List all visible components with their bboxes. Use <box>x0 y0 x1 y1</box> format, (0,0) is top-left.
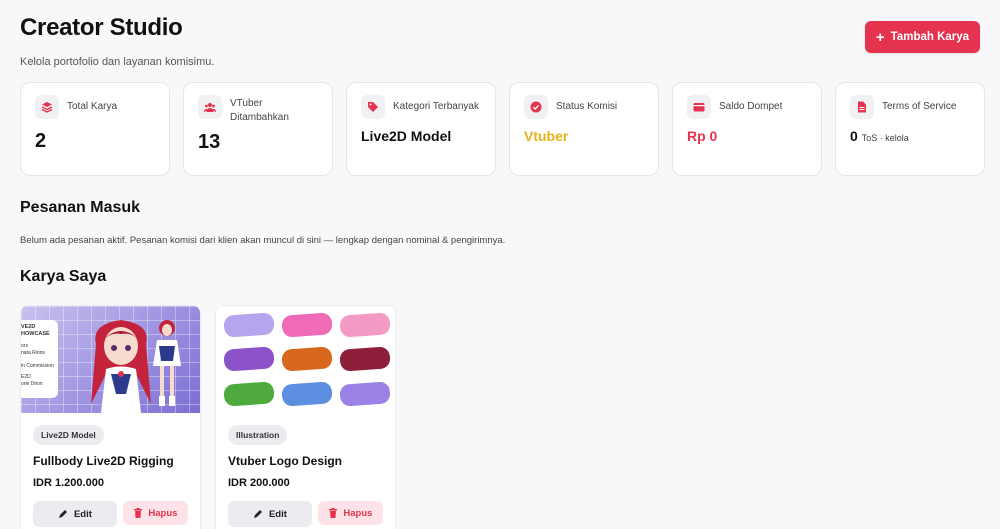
add-work-label: Tambah Karya <box>890 31 970 43</box>
work-name: Vtuber Logo Design <box>228 454 342 468</box>
page-subtitle: Kelola portofolio dan layanan komisimu. <box>20 56 215 68</box>
tos-manage-link[interactable]: ToS · kelola <box>862 133 909 143</box>
work-thumbnail <box>216 306 395 413</box>
delete-label: Hapus <box>148 507 178 519</box>
edit-label: Edit <box>268 508 287 520</box>
pencil-icon <box>58 510 67 518</box>
character-fullbody <box>153 320 181 406</box>
work-price: IDR 200.000 <box>228 477 290 489</box>
works-grid: VE2D HOWCASE ors nata Rions in Commission … <box>20 305 396 529</box>
stat-label: VTuber Ditambahkan <box>230 98 289 123</box>
pencil-icon <box>253 510 262 518</box>
stat-card-kategori: Kategori Terbanyak Live2D Model <box>346 82 496 176</box>
work-name: Fullbody Live2D Rigging <box>33 454 174 468</box>
stat-value: Rp 0 <box>687 128 718 144</box>
stat-value: Vtuber <box>524 128 569 144</box>
works-section-title: Karya Saya <box>20 268 107 285</box>
stat-label: Saldo Dompet <box>719 101 783 112</box>
add-work-button[interactable]: + Tambah Karya <box>865 21 980 53</box>
trash-icon <box>329 508 338 518</box>
stat-label: Terms of Service <box>882 101 957 112</box>
stat-value: 13 <box>198 131 221 153</box>
tag-icon <box>361 95 385 119</box>
orders-empty-message: Belum ada pesanan aktif. Pesanan komisi … <box>20 235 506 246</box>
edit-button[interactable]: Edit <box>228 501 312 527</box>
stat-card-status-komisi: Status Komisi Vtuber <box>509 82 659 176</box>
category-badge: Illustration <box>228 425 288 445</box>
plus-icon: + <box>875 28 885 46</box>
orders-section-title: Pesanan Masuk <box>20 199 141 216</box>
delete-label: Hapus <box>343 507 373 519</box>
trash-icon <box>134 508 143 518</box>
delete-button[interactable]: Hapus <box>122 501 188 525</box>
stat-card-total-karya: Total Karya 2 <box>20 82 170 176</box>
stats-row: Total Karya 2 VTuber Ditambahkan 13 Kate… <box>20 82 985 176</box>
tos-count: 0 <box>850 128 858 144</box>
page-header: Creator Studio Kelola portofolio dan lay… <box>20 14 214 68</box>
stat-card-tos[interactable]: Terms of Service 0 ToS · kelola <box>835 82 985 176</box>
showcase-panel: VE2D HOWCASE ors nata Rions in Commission … <box>21 320 58 398</box>
page-title: Creator Studio <box>20 14 183 41</box>
category-badge: Live2D Model <box>33 425 104 445</box>
stat-card-saldo: Saldo Dompet Rp 0 <box>672 82 822 176</box>
work-price: IDR 1.200.000 <box>33 477 104 489</box>
stat-value: 2 <box>35 130 47 152</box>
delete-button[interactable]: Hapus <box>317 501 383 525</box>
stat-card-vtuber: VTuber Ditambahkan 13 <box>183 82 333 176</box>
stat-value: 0 ToS · kelola <box>850 128 970 144</box>
work-thumbnail: VE2D HOWCASE ors nata Rions in Commission … <box>21 306 200 413</box>
stat-label: Kategori Terbanyak <box>393 101 479 112</box>
edit-button[interactable]: Edit <box>33 501 117 527</box>
wallet-icon <box>687 95 711 119</box>
check-circle-icon <box>524 95 548 119</box>
file-icon <box>850 95 874 119</box>
stat-label: Status Komisi <box>556 101 618 112</box>
users-icon <box>198 95 222 119</box>
stat-value: Live2D Model <box>361 128 452 144</box>
work-card: VE2D HOWCASE ors nata Rions in Commission … <box>20 305 201 529</box>
layers-icon <box>35 95 59 119</box>
stat-label: Total Karya <box>67 101 118 112</box>
work-card: Illustration Vtuber Logo Design IDR 200.… <box>215 305 396 529</box>
edit-label: Edit <box>73 508 92 520</box>
